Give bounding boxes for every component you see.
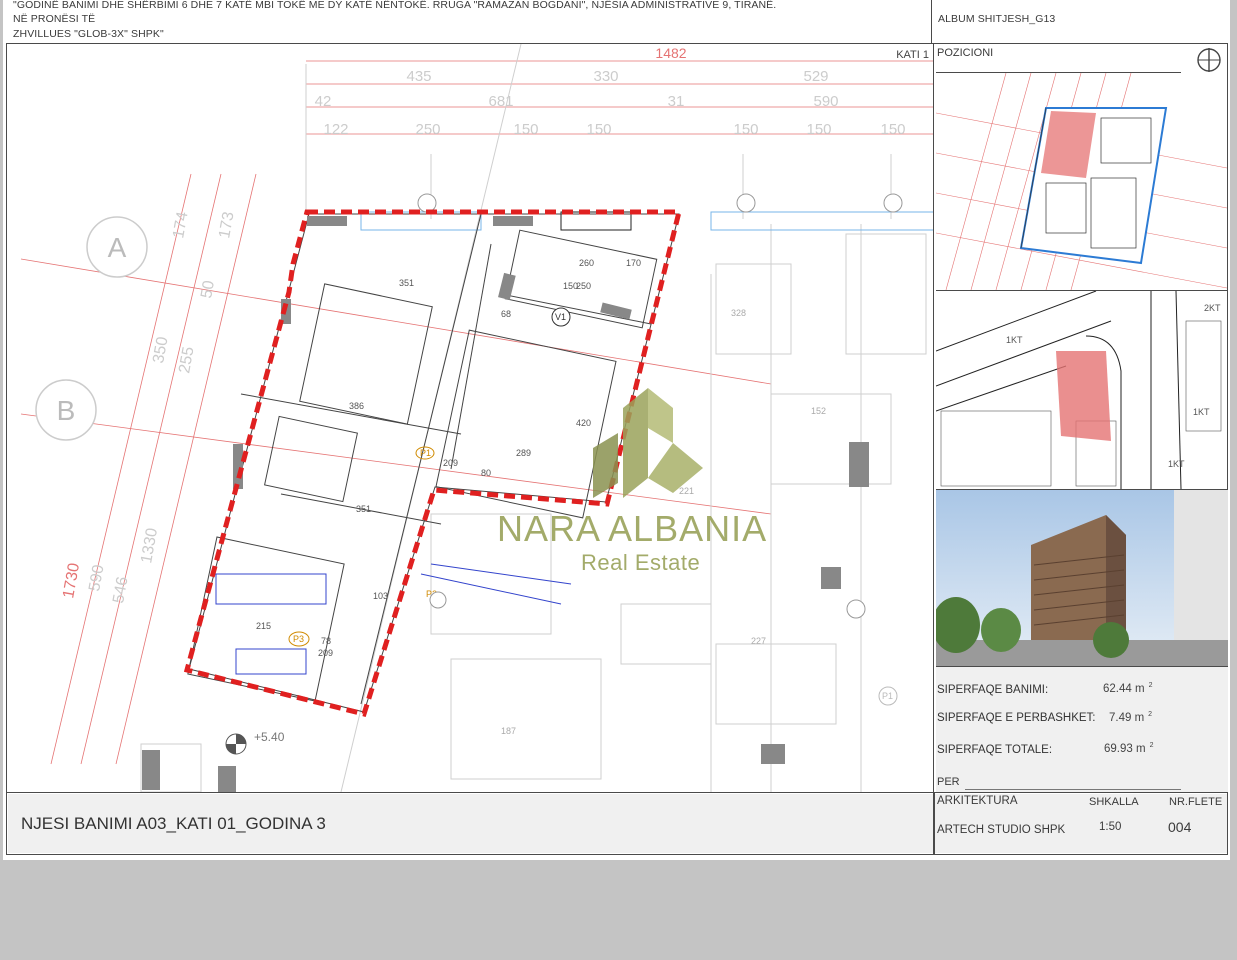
room-dim-11: 215 [256, 621, 271, 631]
dim-r4-6: 150 [880, 121, 905, 138]
dim-r4-0: 122 [323, 121, 348, 138]
area-label-total: SIPERFAQE TOTALE: [937, 744, 1053, 756]
room-tag-p3: P3 [293, 634, 304, 644]
watermark-title: NARA ALBANIA [497, 508, 768, 549]
room-dim-0: 351 [399, 278, 414, 288]
structural-grid [140, 44, 927, 792]
dim-r3-0: 42 [315, 93, 332, 110]
dim-left-2: 50 [198, 279, 218, 300]
site-label-1: 1KT [1006, 335, 1023, 345]
key-plan-building [936, 73, 1227, 290]
other-dim-1: 187 [501, 726, 516, 736]
dim-left-8: 1330 [138, 527, 161, 565]
dim-left-3: 350 [150, 335, 171, 364]
architect-name: ARTECH STUDIO SHPK [937, 824, 1066, 836]
room-dim-1: 386 [349, 401, 364, 411]
room-dim-12: 78 [321, 636, 331, 646]
dim-r4-3: 150 [586, 121, 611, 138]
watermark-subtitle: Real Estate [581, 550, 701, 575]
room-dim-2: 351 [356, 504, 371, 514]
dim-r4-4: 150 [733, 121, 758, 138]
unit-title: NJESI BANIMI A03_KATI 01_GODINA 3 [21, 814, 326, 833]
site-label-0: 2KT [1204, 303, 1221, 313]
dim-left-1: 173 [216, 210, 237, 239]
room-dim-14: 80 [481, 468, 491, 478]
room-dim-7: 420 [576, 418, 591, 428]
walls [142, 216, 869, 792]
room-dim-13: 209 [318, 648, 333, 658]
window-strip [360, 211, 934, 231]
dim-total-width: 1482 [655, 45, 686, 61]
sheet-label: NR.FLETE [1169, 796, 1223, 808]
axis-label-b: B [57, 395, 76, 426]
site-label-3: 1KT [1168, 459, 1185, 469]
dim-r2-2: 529 [803, 68, 828, 85]
room-dim-8: 289 [516, 448, 531, 458]
other-dim-3: 227 [751, 636, 766, 646]
scale-value: 1:50 [1099, 821, 1122, 833]
room-dim-15: 209 [443, 458, 458, 468]
room-tag-p1: P1 [420, 448, 431, 458]
dim-r4-5: 150 [806, 121, 831, 138]
dim-r4-2: 150 [513, 121, 538, 138]
floor-plan-area: A B 1482 435 330 529 42 681 31 590 122 2… [11, 44, 934, 792]
area-value-common: 7.49 m2 [1109, 711, 1153, 724]
dim-left-4: 255 [176, 345, 197, 374]
dim-r4-1: 250 [415, 121, 440, 138]
room-dim-10: 68 [501, 309, 511, 319]
axis-label-a: A [108, 232, 127, 263]
north-arrow-icon [1197, 48, 1221, 72]
project-title-line1: "GODINË BANIMI DHE SHËRBIMI 6 DHE 7 KATË… [13, 0, 777, 11]
dim-r2-0: 435 [406, 68, 431, 85]
other-dim-4: 221 [679, 486, 694, 496]
per-label: PER [937, 776, 960, 788]
other-dim-2: 152 [811, 406, 826, 416]
area-label-living: SIPERFAQE BANIMI: [937, 684, 1049, 696]
dim-left-0: 174 [170, 210, 191, 239]
room-dim-9: 103 [373, 591, 388, 601]
dim-left-7: 546 [110, 575, 131, 604]
room-dim-3: 260 [579, 258, 594, 268]
scale-label: SHKALLA [1089, 796, 1139, 808]
site-label-2: 1KT [1193, 407, 1210, 417]
position-title: POZICIONI [937, 47, 994, 59]
other-dim-0: 328 [731, 308, 746, 318]
right-tag-p1: P1 [882, 691, 893, 701]
area-value-total: 69.93 m2 [1104, 742, 1154, 755]
floor-label: KATI 1 [896, 49, 929, 61]
architecture-label: ARKITEKTURA [937, 795, 1018, 807]
building-render [936, 490, 1228, 666]
unit-interior [187, 213, 680, 713]
room-dim-4: 170 [626, 258, 641, 268]
project-title-line3: ZHVILLUES "GLOB-3X" SHPK" [13, 28, 164, 40]
level-mark: +5.40 [254, 730, 285, 744]
header-divider [931, 0, 1228, 44]
area-value-living: 62.44 m2 [1103, 682, 1153, 695]
area-label-common: SIPERFAQE E PERBASHKET: [937, 712, 1096, 724]
dim-left-5: 1730 [60, 562, 83, 600]
dim-r3-3: 590 [813, 93, 838, 110]
room-tag-v1: V1 [555, 312, 566, 322]
dim-r3-1: 681 [488, 93, 513, 110]
site-plan: 2KT 1KT 1KT 1KT [936, 291, 1227, 489]
dim-r2-1: 330 [593, 68, 618, 85]
unit-outline [183, 209, 683, 717]
project-title-line2: NË PRONËSI TË [13, 13, 96, 25]
dim-r3-2: 31 [668, 93, 685, 110]
room-dim-6: 250 [576, 281, 591, 291]
floor-plan-drawing: A B 1482 435 330 529 42 681 31 590 122 2… [20, 44, 934, 792]
drawing-sheet: "GODINË BANIMI DHE SHËRBIMI 6 DHE 7 KATË… [3, 0, 1230, 860]
sheet-number: 004 [1168, 819, 1192, 835]
dim-left-6: 590 [86, 563, 107, 592]
